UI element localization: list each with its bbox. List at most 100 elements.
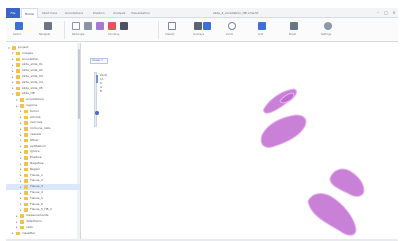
ribbon-group-navigate[interactable]: Navigate <box>36 20 60 40</box>
chevron-right-icon[interactable]: ▸ <box>12 81 15 84</box>
tree-row-label: Annotation <box>22 56 39 61</box>
chevron-right-icon[interactable]: ▸ <box>12 87 15 90</box>
chevron-right-icon[interactable]: ▸ <box>20 203 23 206</box>
chevron-right-icon[interactable]: ▸ <box>20 133 23 137</box>
chevron-down-icon[interactable]: ▾ <box>16 98 19 102</box>
tree-row[interactable]: ▸ slide_slide_01 <box>6 62 80 68</box>
tree-row[interactable]: ▸ epithelium <box>6 144 80 150</box>
count-icon[interactable] <box>108 22 116 30</box>
ribbon-group-select[interactable]: Select <box>10 20 28 40</box>
tree-row[interactable]: ▸ slide_slide_03 <box>6 74 80 80</box>
tree-row[interactable]: ▸ Positive <box>6 155 80 161</box>
tree-row[interactable]: ▸ stroma <box>6 115 80 121</box>
tree-row[interactable]: ▸ Annotation <box>6 56 80 63</box>
chevron-right-icon[interactable]: ▸ <box>20 127 23 131</box>
folder-icon <box>20 220 24 224</box>
tree-row-label: Positive <box>30 155 42 160</box>
chevron-right-icon[interactable]: ▸ <box>16 104 19 108</box>
rectangle-icon[interactable] <box>72 22 80 30</box>
chevron-down-icon[interactable]: ▾ <box>12 52 15 55</box>
tree-row[interactable]: ▸ immune_cells <box>6 126 80 132</box>
zoom-slider[interactable] <box>94 72 99 127</box>
tree-row[interactable]: ▸ vessels <box>6 132 80 138</box>
tree-row[interactable]: ▸ Other <box>6 138 80 144</box>
tree-row[interactable]: ▸ measurements <box>6 213 80 219</box>
chevron-right-icon[interactable]: ▸ <box>20 185 23 189</box>
viewer-tab[interactable]: Viewer 1 <box>90 58 108 64</box>
tab-home[interactable]: Home <box>21 8 38 18</box>
tree-row[interactable]: ▸ Tissue_4 <box>6 190 80 196</box>
tree-row[interactable]: ▸ Tissue_5_HE_2 <box>6 207 80 213</box>
ribbon-label: Brush <box>289 33 297 36</box>
tree-row[interactable]: ▸ cells <box>6 225 80 231</box>
chevron-right-icon[interactable]: ▸ <box>20 162 23 166</box>
file-menu-tab[interactable]: File <box>6 8 20 18</box>
chevron-right-icon[interactable]: ▸ <box>20 145 23 148</box>
tree-row[interactable]: ▾ images <box>6 51 80 57</box>
tree-row[interactable]: ▸ necrosis <box>6 120 80 126</box>
chevron-down-icon[interactable]: ▾ <box>8 46 11 50</box>
tree-row[interactable]: ▸ Tissue_5 <box>6 196 80 202</box>
chevron-right-icon[interactable]: ▸ <box>20 174 23 177</box>
ribbon-group-brush[interactable]: Brush <box>282 20 308 40</box>
close-icon[interactable]: × <box>392 11 396 15</box>
chevron-right-icon[interactable]: ▸ <box>20 121 23 125</box>
chevron-right-icon[interactable]: ▸ <box>12 63 15 67</box>
chevron-right-icon[interactable]: ▸ <box>16 226 19 229</box>
chevron-right-icon[interactable]: ▸ <box>12 232 15 235</box>
tree-row[interactable]: ▸ regions <box>6 103 80 109</box>
chevron-right-icon[interactable]: ▸ <box>12 75 15 79</box>
chevron-right-icon[interactable]: ▸ <box>20 197 23 200</box>
tree-row[interactable]: ▸ Tissue_1 <box>6 173 80 179</box>
tab-start-here[interactable]: Start here <box>39 8 60 18</box>
chevron-right-icon[interactable]: ▸ <box>20 139 23 142</box>
chevron-right-icon[interactable]: ▸ <box>16 220 19 224</box>
tree-row[interactable]: ▸ Ignore <box>6 149 80 155</box>
ribbon-group-overlays[interactable]: Overlays <box>190 20 214 40</box>
ribbon-group-classify[interactable]: Classify <box>162 20 186 40</box>
chevron-right-icon[interactable]: ▸ <box>20 150 23 154</box>
tree-row[interactable]: ▸ slide_slide_05 <box>6 86 80 92</box>
chevron-right-icon[interactable]: ▸ <box>20 168 23 171</box>
tissue-fragment-4[interactable] <box>329 168 365 197</box>
chevron-right-icon[interactable]: ▸ <box>20 116 23 119</box>
tab-position[interactable]: Position <box>90 8 108 18</box>
ribbon-group-settings[interactable]: Settings <box>316 20 342 40</box>
ribbon-group-zoom[interactable]: Zoom <box>220 20 246 40</box>
tab-annotations[interactable]: Annotations <box>62 8 86 18</box>
ribbon-group-grid[interactable]: Grid <box>250 20 276 40</box>
tree-row[interactable]: ▸ tumor <box>6 109 80 115</box>
tab-analysis[interactable]: Analysis <box>110 8 128 18</box>
magic-wand-icon[interactable] <box>84 22 92 30</box>
chevron-right-icon[interactable]: ▸ <box>12 58 15 61</box>
tab-visualization[interactable]: Visualization <box>128 8 153 18</box>
tree-row[interactable]: ▸ Negative <box>6 161 80 167</box>
image-viewer-canvas[interactable] <box>82 43 398 241</box>
tree-row[interactable]: ▸ slide_slide_04 <box>6 80 80 86</box>
chevron-right-icon[interactable]: ▸ <box>20 156 23 160</box>
tree-row[interactable]: ▸ Tissue_6 <box>6 202 80 208</box>
tree-row[interactable]: ▸ Tissue_3 <box>6 184 80 190</box>
chevron-right-icon[interactable]: ▸ <box>20 208 23 212</box>
chevron-right-icon[interactable]: ▸ <box>20 191 23 195</box>
tree-row[interactable]: ▸ Tissue_2 <box>6 178 80 184</box>
tree-row[interactable]: ▸ Region <box>6 167 80 173</box>
tree-row[interactable]: ▸ detections <box>6 219 80 225</box>
tissue-fragment-5[interactable] <box>307 193 357 236</box>
chevron-down-icon[interactable]: ▾ <box>12 92 15 96</box>
chevron-right-icon[interactable]: ▸ <box>20 110 23 113</box>
overlay-icon[interactable] <box>120 22 128 30</box>
chevron-right-icon[interactable]: ▸ <box>16 214 19 218</box>
maximize-icon[interactable]: □ <box>384 11 388 15</box>
brush-icon[interactable] <box>96 22 104 30</box>
tree-row[interactable]: ▸ classifier <box>6 231 80 237</box>
tree-row[interactable]: ▾ slide_HE <box>6 91 80 97</box>
tree-row[interactable]: ▸ slide_slide_02 <box>6 68 80 74</box>
tree-row[interactable]: ▾ project <box>6 45 80 51</box>
minimize-icon[interactable]: – <box>376 11 380 15</box>
tree-row[interactable]: ▾ annotations <box>6 97 80 103</box>
zoom-slider-handle[interactable] <box>94 111 99 115</box>
chevron-right-icon[interactable]: ▸ <box>12 69 15 73</box>
chevron-right-icon[interactable]: ▸ <box>20 179 23 183</box>
tissue-fragment-3[interactable] <box>260 114 307 148</box>
